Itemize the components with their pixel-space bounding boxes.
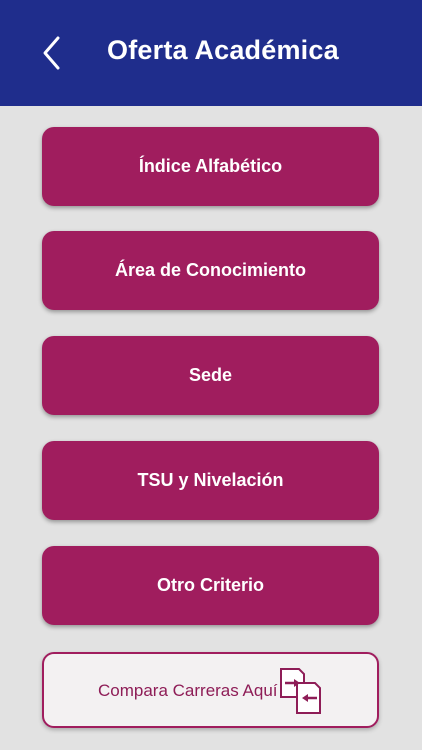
back-button[interactable] <box>38 33 68 73</box>
alphabetical-index-button[interactable]: Índice Alfabético <box>42 127 379 206</box>
other-criteria-button[interactable]: Otro Criterio <box>42 546 379 625</box>
compare-documents-icon <box>280 668 321 714</box>
compare-careers-label: Compara Carreras Aquí <box>98 681 278 700</box>
page-title: Oferta Académica <box>107 35 339 65</box>
app-header: Oferta Académica <box>0 0 422 106</box>
campus-button[interactable]: Sede <box>42 336 379 415</box>
chevron-left-icon <box>43 36 60 70</box>
compare-careers-button[interactable]: Compara Carreras Aquí <box>42 652 379 728</box>
knowledge-area-button[interactable]: Área de Conocimiento <box>42 231 379 310</box>
menu-container: Índice Alfabético Área de Conocimiento S… <box>0 106 422 750</box>
tsu-leveling-button[interactable]: TSU y Nivelación <box>42 441 379 520</box>
